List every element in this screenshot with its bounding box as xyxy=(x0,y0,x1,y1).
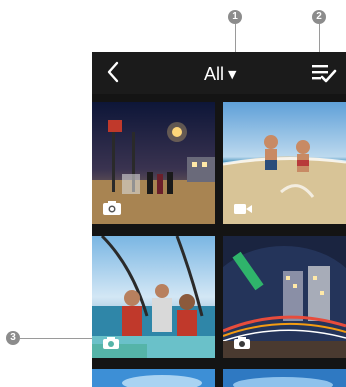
360-photo-icon xyxy=(234,337,250,349)
filter-label: All xyxy=(204,64,225,84)
media-filter-dropdown[interactable]: All ▼ xyxy=(204,63,236,85)
callout-leader-3 xyxy=(20,338,102,339)
gallery-screen: All ▼ xyxy=(92,52,346,387)
callout-marker-2: 2 xyxy=(312,10,326,24)
chevron-left-icon xyxy=(107,61,119,83)
multi-select-check-icon xyxy=(312,65,337,83)
media-tile[interactable] xyxy=(92,369,215,387)
media-tile[interactable] xyxy=(223,369,346,387)
video-camera-icon xyxy=(234,204,252,214)
sky-thumbnail xyxy=(92,369,215,387)
sky-thumbnail xyxy=(223,369,346,387)
back-button[interactable] xyxy=(106,61,128,85)
media-tile-video[interactable] xyxy=(223,102,346,224)
select-button[interactable] xyxy=(310,62,338,84)
media-tile-photo[interactable] xyxy=(92,236,215,358)
top-bar: All ▼ xyxy=(92,52,346,94)
media-tile-360-photo[interactable] xyxy=(223,236,346,358)
dropdown-caret-icon: ▼ xyxy=(228,68,237,81)
callout-marker-1: 1 xyxy=(228,10,242,24)
callout-marker-3: 3 xyxy=(6,331,20,345)
360-photo-icon xyxy=(103,201,121,215)
camera-icon xyxy=(103,337,119,349)
media-tile-360-photo[interactable] xyxy=(92,102,215,224)
